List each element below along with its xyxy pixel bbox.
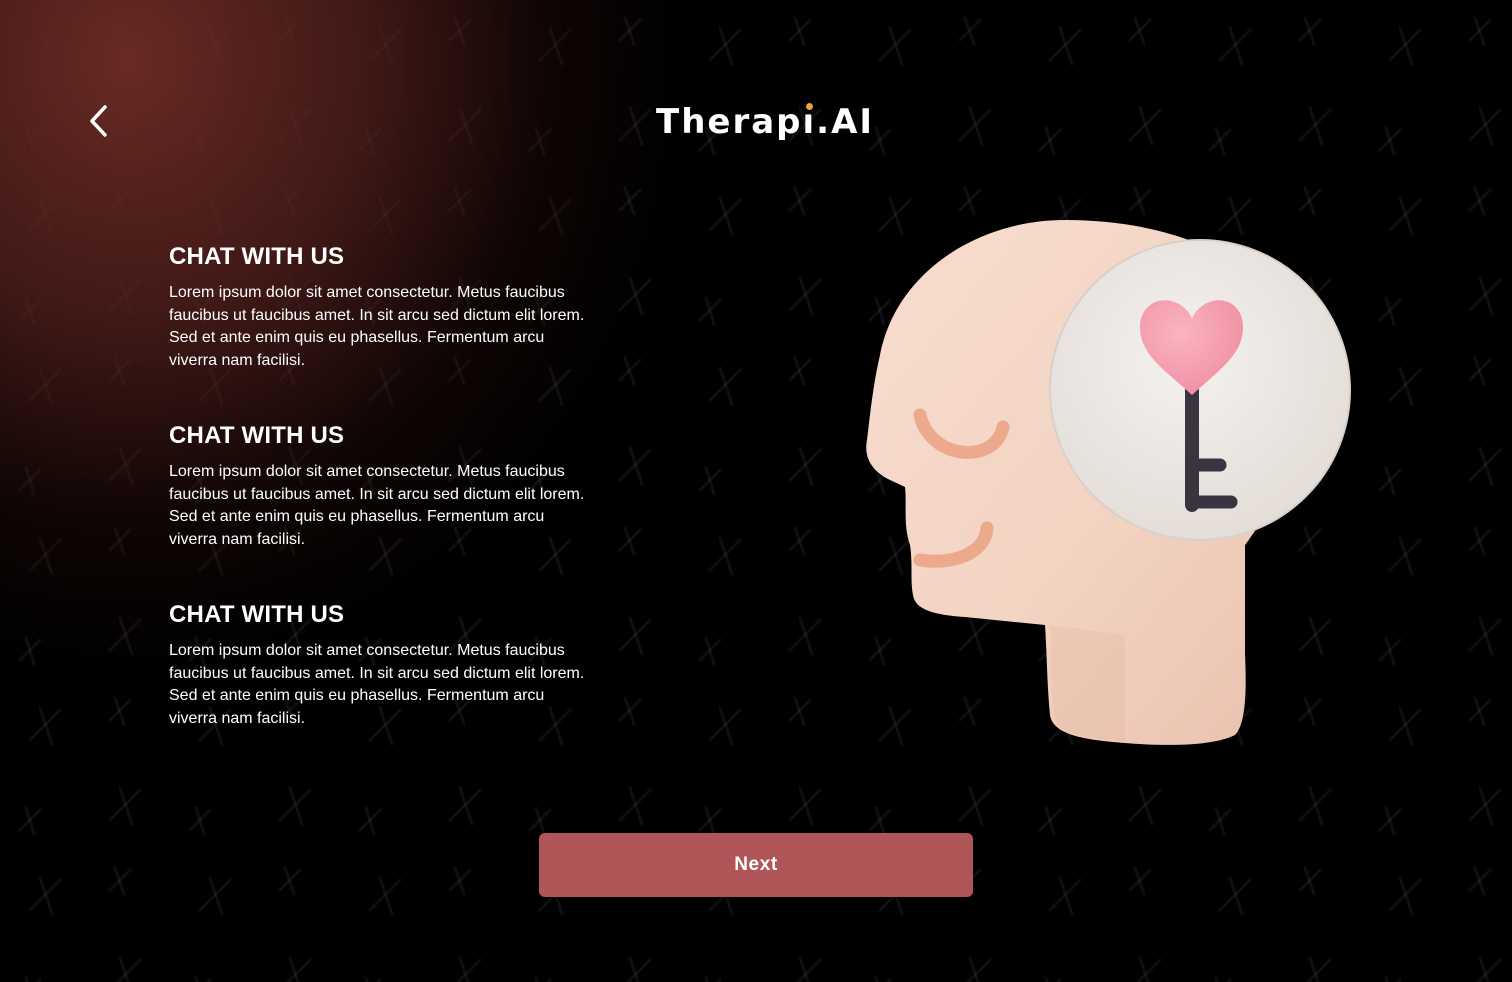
next-button-label: Next (734, 854, 778, 875)
feature-section: CHAT WITH US Lorem ipsum dolor sit amet … (169, 598, 609, 777)
section-body: Lorem ipsum dolor sit amet consectetur. … (169, 463, 585, 549)
feature-section: CHAT WITH US Lorem ipsum dolor sit amet … (169, 419, 609, 598)
feature-sections: CHAT WITH US Lorem ipsum dolor sit amet … (169, 240, 609, 777)
section-title: CHAT WITH US (169, 422, 345, 449)
section-body: Lorem ipsum dolor sit amet consectetur. … (169, 284, 585, 370)
app-logo: Therap ı.AI (656, 100, 872, 144)
head-heart-key-illustration (866, 220, 1351, 745)
back-button[interactable] (82, 100, 116, 142)
feature-section: CHAT WITH US Lorem ipsum dolor sit amet … (169, 240, 609, 419)
logo-text-suffix: .AI (816, 102, 875, 142)
logo-text-prefix: Therap (656, 102, 803, 142)
section-title: CHAT WITH US (169, 243, 345, 270)
section-title: CHAT WITH US (169, 601, 345, 628)
next-button[interactable]: Next (539, 833, 973, 897)
chevron-left-icon (90, 105, 107, 137)
section-body: Lorem ipsum dolor sit amet consectetur. … (169, 642, 585, 728)
logo-dotted-i: ı (803, 100, 817, 144)
